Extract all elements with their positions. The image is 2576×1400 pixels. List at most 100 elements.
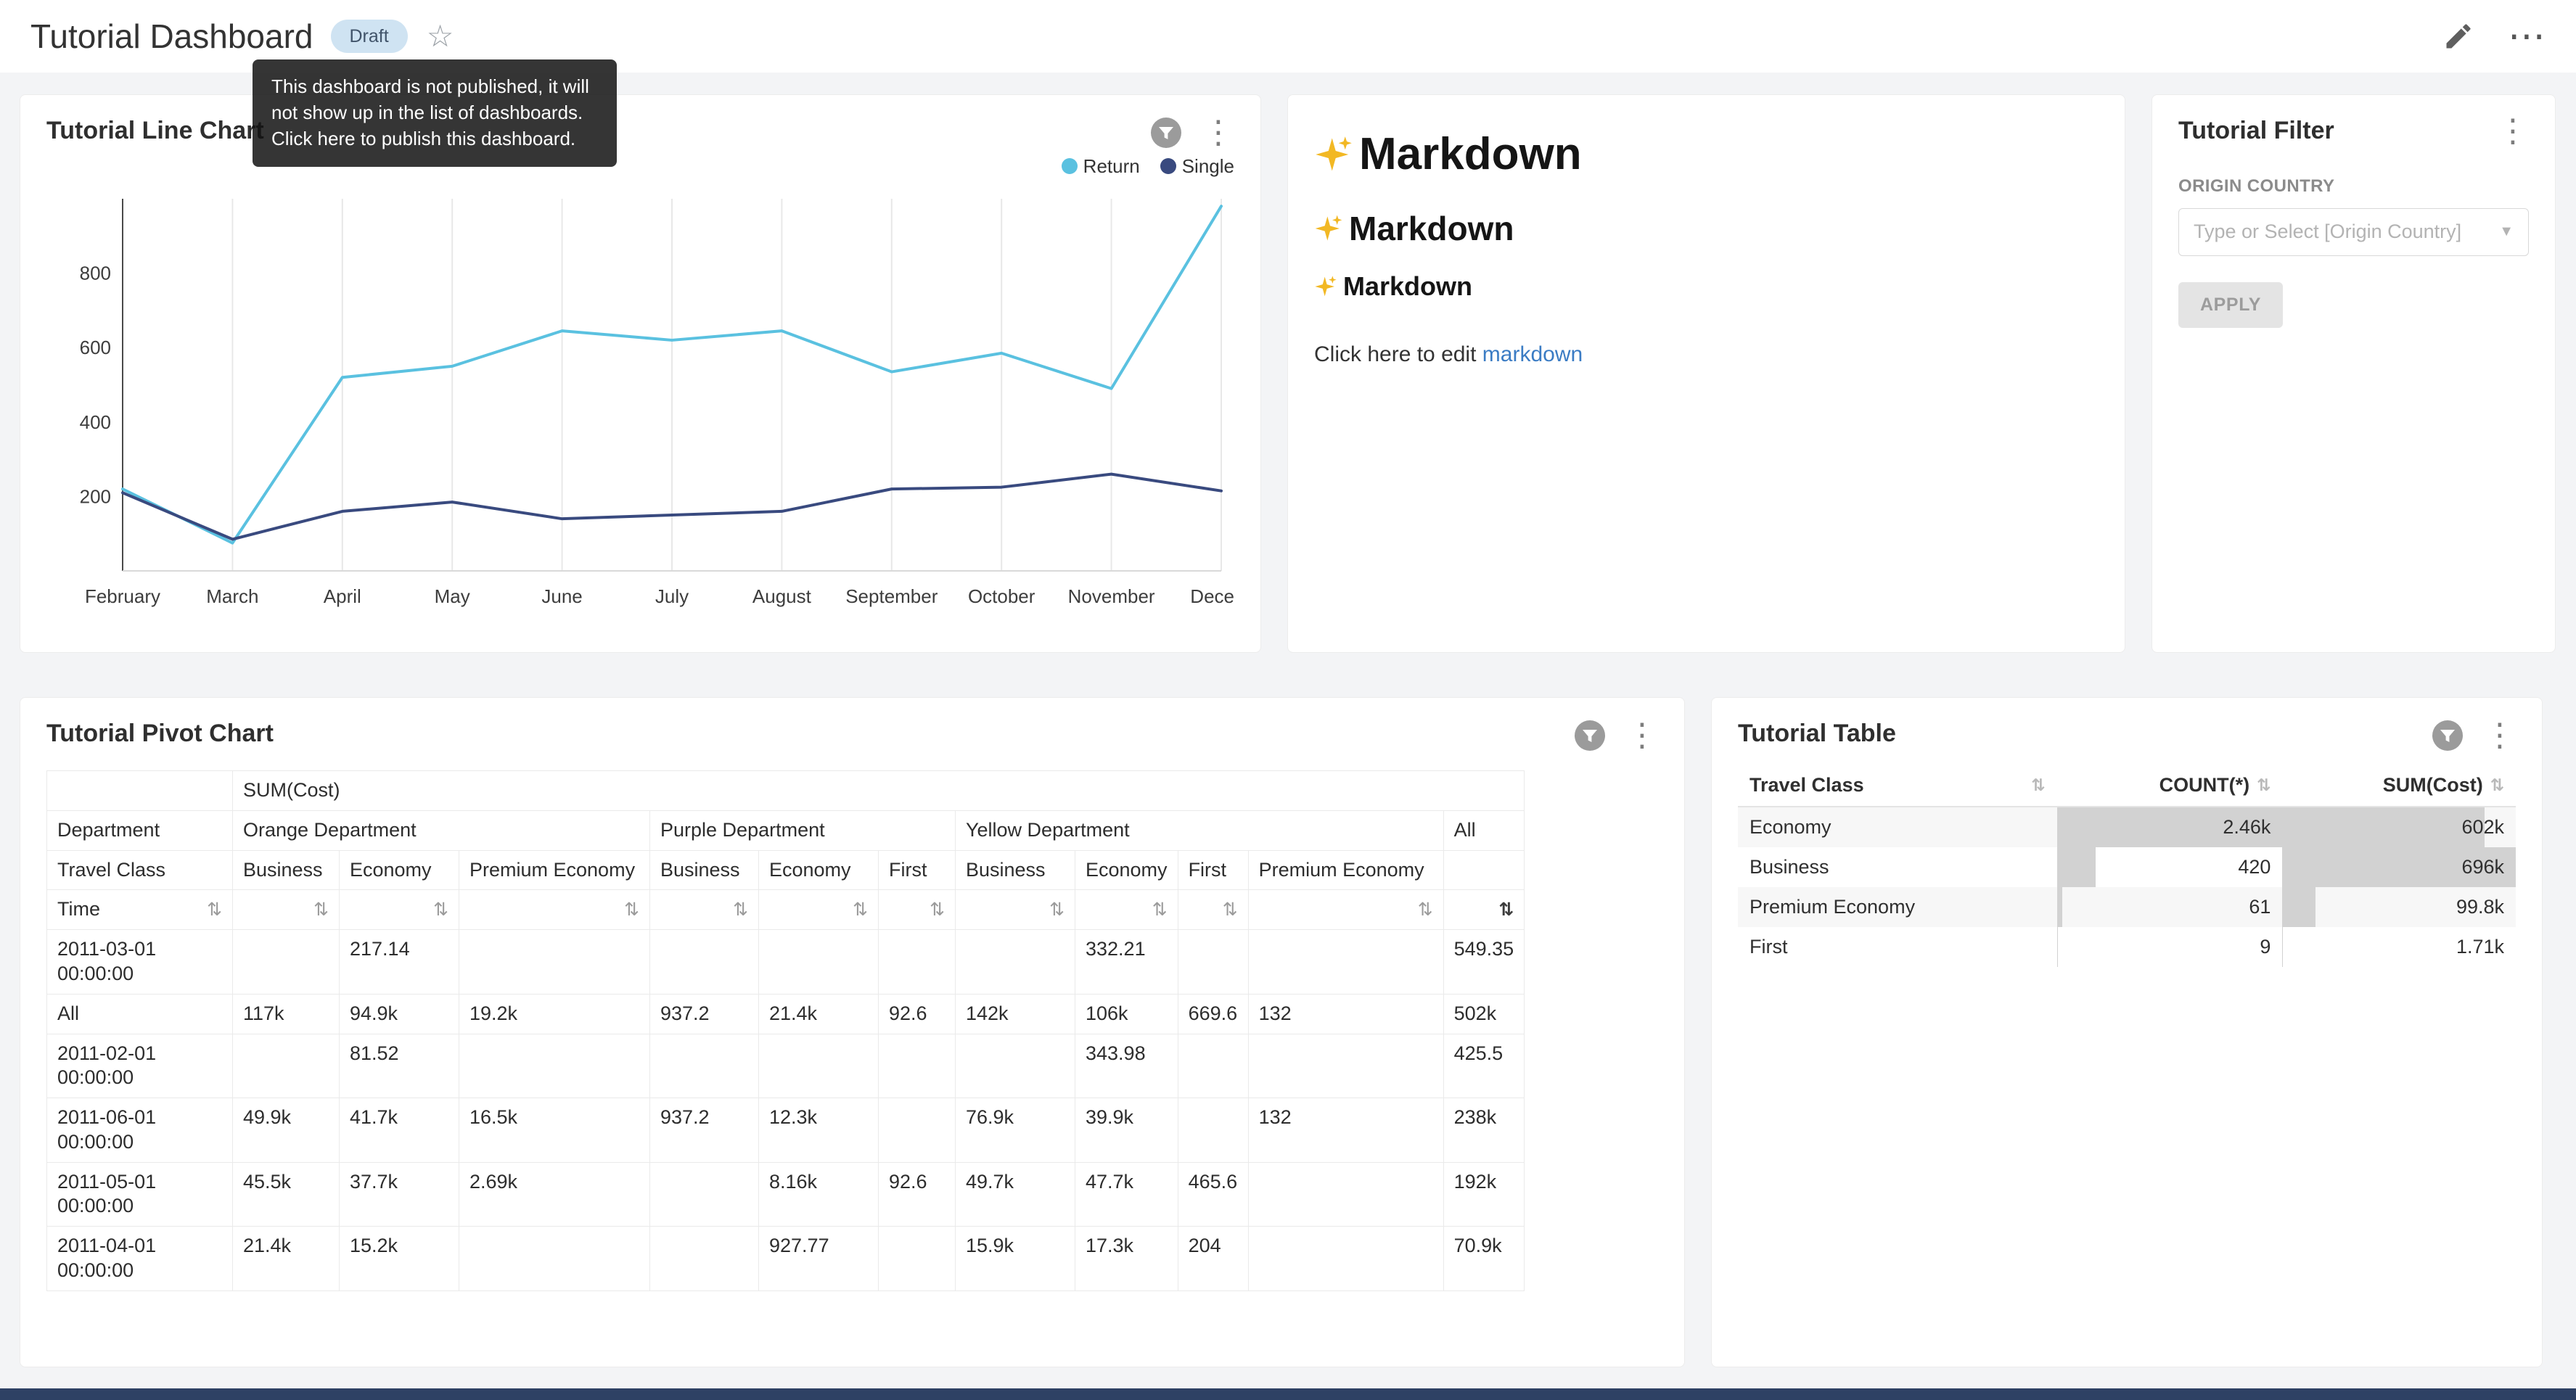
sort-icon[interactable]: ⇅ bbox=[1152, 899, 1168, 921]
pivot-row: All117k94.9k19.2k937.221.4k92.6142k106k6… bbox=[47, 994, 1525, 1034]
sort-icon[interactable]: ⇅ bbox=[1049, 899, 1065, 921]
sort-icon[interactable]: ⇅ bbox=[930, 899, 945, 921]
pivot-sort-cell[interactable]: ⇅ bbox=[1075, 890, 1178, 930]
pivot-metric-header: SUM(Cost) bbox=[233, 771, 1525, 811]
pivot-value-cell bbox=[459, 1227, 650, 1291]
column-header-sum-cost[interactable]: SUM(Cost)⇅ bbox=[2282, 765, 2516, 807]
apply-button[interactable]: APPLY bbox=[2178, 282, 2283, 328]
publish-tooltip[interactable]: This dashboard is not published, it will… bbox=[253, 59, 617, 167]
line-chart-card: Tutorial Line Chart ⋮ ReturnSingle 20040… bbox=[20, 94, 1261, 653]
pivot-table: SUM(Cost)DepartmentOrange DepartmentPurp… bbox=[46, 770, 1658, 1291]
table-row: First91.71k bbox=[1738, 927, 2516, 967]
filter-card-kebab-menu-icon[interactable]: ⋮ bbox=[2497, 117, 2529, 146]
pivot-sort-cell[interactable]: ⇅ bbox=[759, 890, 879, 930]
pivot-value-cell: 937.2 bbox=[650, 994, 759, 1034]
sort-icon[interactable]: ⇅ bbox=[313, 899, 329, 921]
pivot-kebab-menu-icon[interactable]: ⋮ bbox=[1626, 721, 1658, 750]
legend-label: Single bbox=[1182, 155, 1234, 178]
pivot-sort-cell[interactable]: ⇅ bbox=[340, 890, 459, 930]
pivot-value-cell: 70.9k bbox=[1443, 1227, 1525, 1291]
pivot-value-cell: 465.6 bbox=[1178, 1162, 1248, 1227]
count-cell: 9 bbox=[2057, 927, 2283, 967]
pivot-sort-cell[interactable]: ⇅ bbox=[459, 890, 650, 930]
pivot-sort-cell[interactable]: ⇅ bbox=[956, 890, 1075, 930]
pivot-value-cell: 142k bbox=[956, 994, 1075, 1034]
pivot-sort-cell[interactable]: ⇅ bbox=[650, 890, 759, 930]
pivot-value-cell: 45.5k bbox=[233, 1162, 340, 1227]
pivot-value-cell: 49.7k bbox=[956, 1162, 1075, 1227]
sort-icon[interactable]: ⇅ bbox=[433, 899, 448, 921]
bottom-bar bbox=[0, 1388, 2576, 1400]
pivot-sort-cell[interactable]: ⇅ bbox=[1248, 890, 1443, 930]
pivot-value-cell: 94.9k bbox=[340, 994, 459, 1034]
markdown-heading-1: Markdown bbox=[1314, 128, 2099, 180]
pivot-row: 2011-02-01 00:00:0081.52343.98425.5 bbox=[47, 1034, 1525, 1098]
pivot-time-header[interactable]: Time⇅ bbox=[47, 890, 233, 930]
pivot-value-cell: 117k bbox=[233, 994, 340, 1034]
pivot-corner-cell bbox=[47, 771, 233, 811]
legend-item-single[interactable]: Single bbox=[1160, 155, 1234, 178]
travel-class-cell: Premium Economy bbox=[1738, 887, 2057, 927]
pivot-value-cell bbox=[759, 930, 879, 995]
pivot-class-label: Travel Class bbox=[47, 850, 233, 890]
sort-icon[interactable]: ⇅ bbox=[624, 899, 639, 921]
filter-indicator-icon[interactable] bbox=[2432, 720, 2464, 752]
dashboard-page: Tutorial Dashboard Draft ☆ ⋯ This dashbo… bbox=[0, 0, 2576, 1367]
sort-icon[interactable]: ⇅ bbox=[733, 899, 748, 921]
pivot-value-cell: 669.6 bbox=[1178, 994, 1248, 1034]
sum-cell: 696k bbox=[2282, 847, 2516, 887]
svg-text:200: 200 bbox=[80, 485, 111, 507]
pivot-value-cell: 238k bbox=[1443, 1098, 1525, 1163]
legend-label: Return bbox=[1083, 155, 1140, 178]
sort-icon[interactable]: ⇅ bbox=[2257, 775, 2271, 795]
markdown-edit-link[interactable]: markdown bbox=[1482, 342, 1583, 366]
sort-icon[interactable]: ⇅ bbox=[853, 899, 868, 921]
filter-indicator-icon[interactable] bbox=[1574, 720, 1606, 752]
pivot-sort-cell[interactable]: ⇅ bbox=[879, 890, 956, 930]
page-title: Tutorial Dashboard bbox=[30, 17, 313, 56]
legend-item-return[interactable]: Return bbox=[1062, 155, 1140, 178]
sort-icon[interactable]: ⇅ bbox=[207, 899, 222, 921]
pivot-value-cell: 332.21 bbox=[1075, 930, 1178, 995]
legend-dot-icon bbox=[1062, 158, 1078, 174]
table-kebab-menu-icon[interactable]: ⋮ bbox=[2484, 721, 2516, 750]
filter-indicator-icon[interactable] bbox=[1150, 117, 1182, 149]
sort-icon[interactable]: ⇅ bbox=[1498, 899, 1514, 921]
column-header-travel-class[interactable]: Travel Class⇅ bbox=[1738, 765, 2057, 807]
pivot-value-cell: 15.9k bbox=[956, 1227, 1075, 1291]
pivot-value-cell bbox=[879, 930, 956, 995]
travel-class-cell: Economy bbox=[1738, 807, 2057, 847]
pivot-value-cell bbox=[650, 1162, 759, 1227]
pivot-value-cell bbox=[459, 1034, 650, 1098]
pivot-row: 2011-03-01 00:00:00217.14332.21549.35 bbox=[47, 930, 1525, 995]
svg-text:July: July bbox=[655, 585, 689, 607]
card-title-line-chart: Tutorial Line Chart bbox=[46, 117, 264, 145]
value-bar bbox=[2057, 847, 2096, 887]
sort-icon[interactable]: ⇅ bbox=[1418, 899, 1433, 921]
dashboard-grid: Tutorial Line Chart ⋮ ReturnSingle 20040… bbox=[0, 73, 2576, 1367]
pivot-sort-cell[interactable]: ⇅ bbox=[1178, 890, 1248, 930]
line-chart-kebab-menu-icon[interactable]: ⋮ bbox=[1202, 118, 1234, 147]
markdown-card: Markdown Markdown Markdown Click here to… bbox=[1287, 94, 2125, 653]
pivot-value-cell: 37.7k bbox=[340, 1162, 459, 1227]
column-header-count[interactable]: COUNT(*)⇅ bbox=[2057, 765, 2283, 807]
origin-country-select[interactable]: Type or Select [Origin Country] ▼ bbox=[2178, 208, 2529, 256]
draft-badge[interactable]: Draft bbox=[331, 20, 408, 53]
sort-icon[interactable]: ⇅ bbox=[2031, 775, 2045, 795]
svg-text:February: February bbox=[85, 585, 160, 607]
pivot-value-cell: 937.2 bbox=[650, 1098, 759, 1163]
pivot-value-cell: 106k bbox=[1075, 994, 1178, 1034]
pivot-sort-cell[interactable]: ⇅ bbox=[233, 890, 340, 930]
edit-pencil-icon[interactable] bbox=[2442, 20, 2474, 52]
svg-text:October: October bbox=[968, 585, 1035, 607]
pivot-col-header bbox=[1443, 850, 1525, 890]
pivot-value-cell: 92.6 bbox=[879, 994, 956, 1034]
pivot-group-header: Yellow Department bbox=[956, 810, 1444, 850]
pivot-sort-cell[interactable]: ⇅ bbox=[1443, 890, 1525, 930]
sort-icon[interactable]: ⇅ bbox=[1223, 899, 1238, 921]
sort-icon[interactable]: ⇅ bbox=[2490, 775, 2504, 795]
pivot-value-cell: 16.5k bbox=[459, 1098, 650, 1163]
header-more-menu-icon[interactable]: ⋯ bbox=[2508, 27, 2546, 46]
favorite-star-icon[interactable]: ☆ bbox=[427, 21, 454, 52]
pivot-value-cell: 132 bbox=[1248, 994, 1443, 1034]
